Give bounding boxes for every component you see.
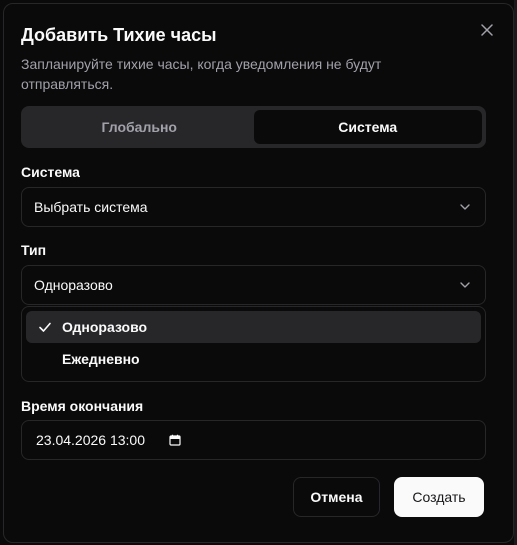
tab-global[interactable]: Глобально xyxy=(25,110,254,144)
tab-system[interactable]: Система xyxy=(253,110,482,144)
option-daily[interactable]: Ежедневно xyxy=(26,343,481,375)
end-time-label: Время окончания xyxy=(21,398,144,414)
type-select[interactable]: Одноразово xyxy=(21,265,486,305)
system-select[interactable]: Выбрать система xyxy=(21,187,486,227)
calendar-icon[interactable] xyxy=(169,434,181,446)
type-label: Тип xyxy=(21,242,47,258)
dialog-description: Запланируйте тихие часы, когда уведомлен… xyxy=(21,56,382,92)
scope-tabs: Глобально Система xyxy=(21,106,486,148)
cancel-button[interactable]: Отмена xyxy=(293,477,380,517)
dialog-title: Добавить Тихие часы xyxy=(21,25,217,45)
chevron-down-icon xyxy=(460,204,470,210)
end-time-input[interactable]: 23.04.2026 13:00 xyxy=(21,420,486,460)
type-dropdown-menu: Одноразово Ежедневно xyxy=(21,306,486,382)
end-time-value: 23.04.2026 13:00 xyxy=(36,432,145,448)
check-icon xyxy=(39,322,51,332)
system-label: Система xyxy=(21,164,80,180)
chevron-down-icon xyxy=(460,282,470,288)
type-select-value: Одноразово xyxy=(34,277,113,293)
system-select-value: Выбрать система xyxy=(34,199,148,215)
option-one-time[interactable]: Одноразово xyxy=(26,311,481,343)
close-icon xyxy=(481,24,493,36)
create-button[interactable]: Создать xyxy=(394,477,484,517)
option-label: Ежедневно xyxy=(62,351,140,367)
close-button[interactable] xyxy=(479,22,495,38)
option-label: Одноразово xyxy=(62,319,148,335)
